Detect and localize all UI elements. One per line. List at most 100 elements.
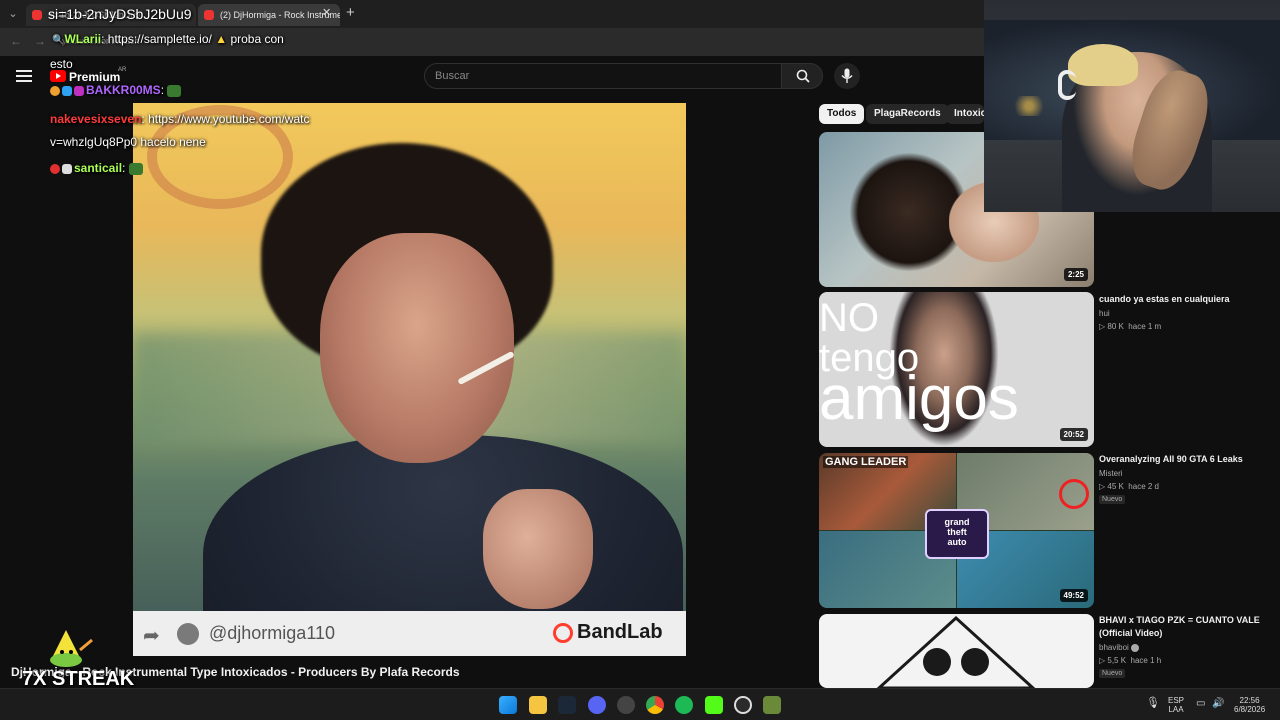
rec-age: hace 2 d: [1128, 482, 1159, 491]
youtube-logo-icon[interactable]: [50, 70, 66, 82]
windows-taskbar: 🎙 ESP LAA ▭ 🔊 22:56 6/8/2026: [0, 688, 1280, 720]
premium-label[interactable]: Premium: [69, 70, 120, 84]
rec-thumbnail-4[interactable]: [819, 614, 1094, 688]
chat-message-4: santicail:: [50, 161, 145, 175]
file-explorer-icon[interactable]: [529, 696, 547, 714]
obs-icon[interactable]: [617, 696, 635, 714]
start-windows-icon[interactable]: [499, 696, 517, 714]
rec-age: hace 1 m: [1128, 322, 1162, 331]
microphone-tray-icon[interactable]: 🎙: [1146, 698, 1160, 709]
rec-age: hace 1 h: [1130, 656, 1162, 665]
gta-word-3: auto: [947, 537, 967, 547]
bandlab-handle[interactable]: @djhormiga110: [209, 623, 335, 644]
chat-text-2: proba con: [230, 32, 284, 46]
rec-title-3[interactable]: Overanalyzing All 90 GTA 6 Leaks: [1099, 453, 1269, 466]
youtube-favicon-icon: [204, 10, 214, 20]
ccleaner-icon[interactable]: [734, 696, 752, 714]
video-player[interactable]: ➦ @djhormiga110 BandLab: [133, 103, 686, 656]
emote-icon: [167, 84, 182, 97]
back-arrow-icon[interactable]: ←: [10, 34, 22, 48]
clock-date: 6/8/2026: [1234, 705, 1266, 714]
share-arrow-icon[interactable]: ➦: [143, 623, 160, 648]
language-indicator[interactable]: ESP LAA: [1168, 696, 1184, 714]
rec-channel-3[interactable]: Misteri: [1099, 469, 1123, 478]
chat-text-3: esto: [50, 57, 73, 71]
menu-icon[interactable]: [16, 70, 32, 82]
chat-message-2: BAKKR00MS:: [50, 83, 183, 97]
rec-meta-2: ▷ 80 K hace 1 m: [1099, 322, 1162, 331]
search-button[interactable]: [781, 63, 823, 89]
badge-icon: [74, 85, 84, 96]
volume-icon[interactable]: 🔊: [1212, 699, 1224, 709]
emote-icon: [128, 162, 143, 175]
search-input[interactable]: [425, 64, 781, 88]
chat-message-1: 🔍WLarii: https://samplette.io/ ▲ proba c…: [52, 32, 284, 46]
rec-meta-3: ▷ 45 K hace 2 d: [1099, 482, 1159, 491]
rec-thumbnail-3[interactable]: GANG LEADER grand theft auto 49:52: [819, 453, 1094, 608]
rec-views: 80 K: [1107, 322, 1124, 331]
webcam-overlay: [984, 0, 1280, 212]
streamer-beanie: [1068, 44, 1138, 86]
gta-word-2: theft: [947, 527, 967, 537]
verified-check-icon: [1131, 643, 1140, 652]
new-tab-plus-icon[interactable]: +: [346, 4, 355, 21]
chip-intoxicados[interactable]: Intoxic: [946, 104, 984, 124]
browser-tab-2[interactable]: (2) DjHormiga - Rock Instrumen: [198, 4, 340, 26]
steam-icon[interactable]: [558, 696, 576, 714]
discord-icon[interactable]: [588, 696, 606, 714]
forward-arrow-icon[interactable]: →: [34, 34, 46, 48]
gta-word-1: grand: [944, 517, 970, 527]
badge-icon: [62, 163, 72, 174]
bandlab-logo-icon: [553, 623, 573, 643]
badge-icon: [50, 163, 60, 174]
thumb-text-no: NO: [819, 296, 879, 340]
spotify-icon[interactable]: [675, 696, 693, 714]
duration-badge: 20:52: [1059, 428, 1088, 441]
search-icon: 🔍: [52, 35, 65, 46]
microphone-icon: [841, 68, 853, 83]
chat-text: https://samplette.io/: [107, 32, 212, 46]
user-avatar-icon: [177, 623, 199, 645]
chat-message-3-cont: v=whzlgUq8Pp0 hacelo nene: [50, 135, 206, 149]
app-icon[interactable]: [763, 696, 781, 714]
chat-text: https://www.youtube.com/watc: [148, 112, 310, 126]
chat-message-3: nakevesixseven: https://www.youtube.com/…: [50, 112, 310, 126]
rec-channel-name: bhaviboi: [1099, 643, 1129, 652]
chip-plagarecords[interactable]: PlagaRecords: [866, 104, 949, 124]
close-tab-icon[interactable]: ✕: [322, 6, 331, 19]
gta-logo: grand theft auto: [925, 509, 989, 559]
country-code: AR: [118, 67, 127, 73]
voice-search-button[interactable]: [834, 63, 860, 89]
chat-message-1-cont: esto: [50, 57, 73, 71]
clock[interactable]: 22:56 6/8/2026: [1234, 696, 1265, 714]
rec-title-4[interactable]: BHAVI x TIAGO PZK = CUANTO VALE (Officia…: [1099, 614, 1269, 640]
network-icon[interactable]: ▭: [1196, 699, 1205, 709]
streak-mascot-icon: [50, 630, 93, 667]
chat-username: WLarii: [64, 32, 102, 46]
tab-search-chevron-icon[interactable]: ⌄: [4, 5, 22, 23]
chat-overlay-url: si=1b-2nJyDSbJ2bUu9: [48, 6, 192, 22]
chat-username: santicail: [74, 161, 123, 175]
rec-views: 5,5 K: [1107, 656, 1127, 665]
rec-title-2[interactable]: cuando ya estas en cualquiera: [1099, 293, 1269, 306]
kick-icon[interactable]: [705, 696, 723, 714]
duration-badge: 49:52: [1059, 589, 1088, 602]
webcam-city-lights: [994, 96, 1064, 116]
warning-emote-icon: ▲: [215, 32, 228, 46]
language-code: ESP: [1168, 696, 1185, 705]
chip-todos[interactable]: Todos: [819, 104, 865, 124]
clock-time: 22:56: [1239, 696, 1260, 705]
youtube-favicon-icon: [32, 10, 42, 20]
new-badge: Nuevo: [1099, 669, 1126, 678]
rec-channel-4[interactable]: bhaviboi: [1099, 643, 1140, 652]
rec-channel-2[interactable]: hui: [1099, 309, 1110, 318]
duration-badge: 2:25: [1063, 268, 1088, 281]
bandlab-banner: ➦ @djhormiga110 BandLab: [133, 611, 686, 656]
badge-icon: [50, 85, 60, 96]
rec-views: 45 K: [1107, 482, 1124, 491]
badge-icon: [62, 85, 72, 96]
chrome-icon[interactable]: [646, 696, 664, 714]
rec-thumbnail-2[interactable]: NO tengo amigos 20:52: [819, 292, 1094, 447]
keyboard-layout: LAA: [1168, 705, 1184, 714]
thumb-triangle-art: [876, 615, 1036, 688]
